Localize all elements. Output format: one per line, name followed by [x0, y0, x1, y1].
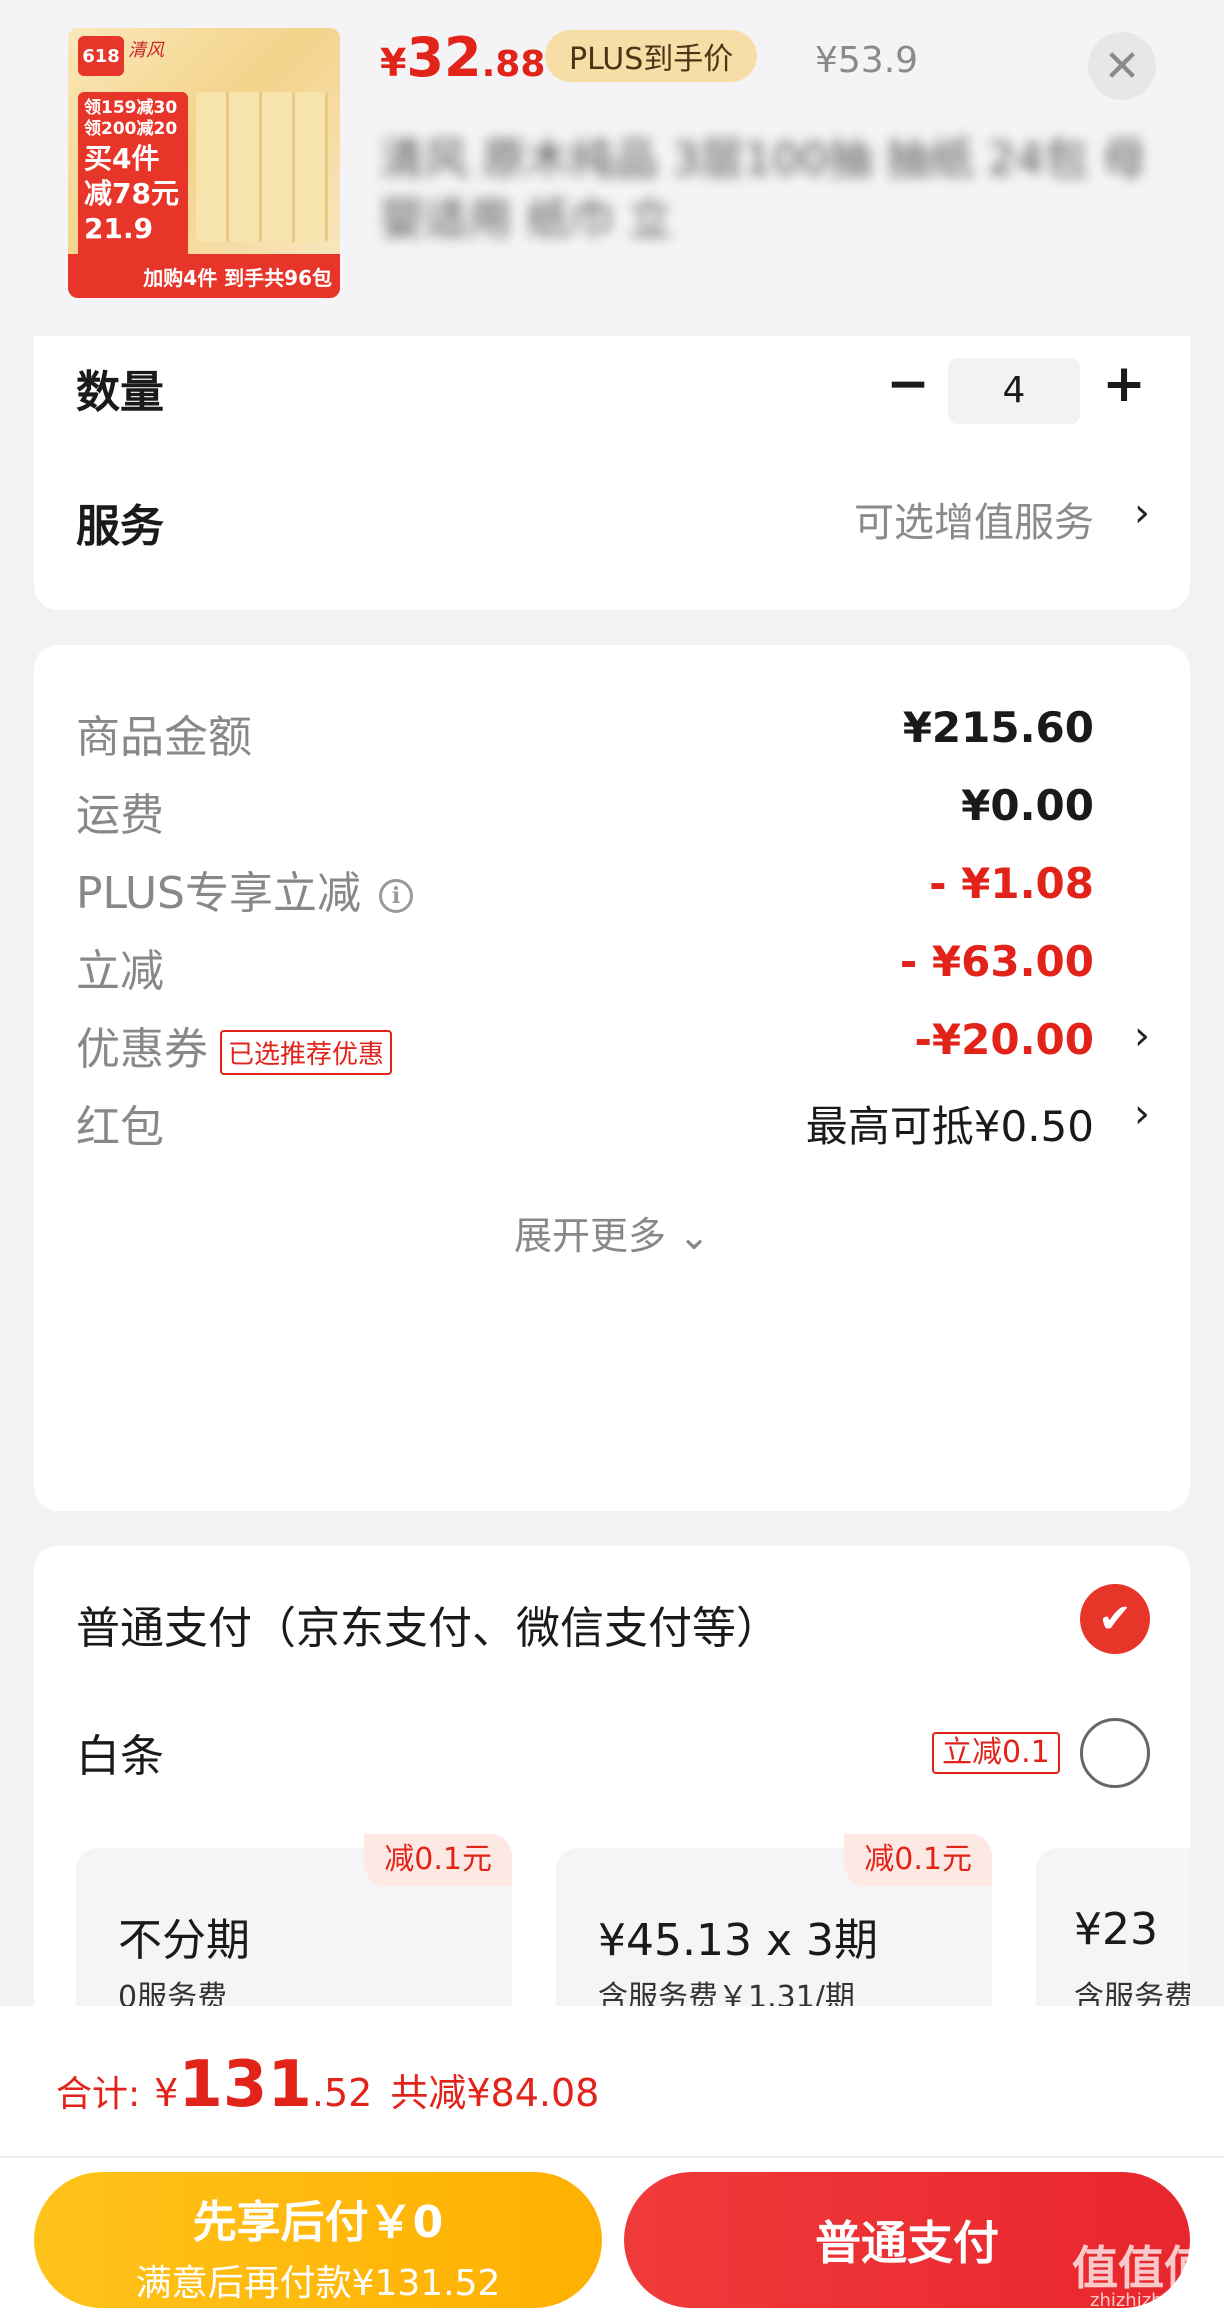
baitiao-label[interactable]: 白条: [76, 1720, 164, 1784]
total-decimal: .52: [311, 2071, 373, 2115]
shipping-value: ¥0.00: [961, 781, 1094, 830]
plus-discount-label: PLUS专享立减: [76, 868, 361, 919]
quantity-label: 数量: [76, 367, 164, 418]
goods-amount-value: ¥215.60: [902, 703, 1094, 752]
instant-discount-label: 立减: [76, 946, 164, 997]
price-integer: 32: [406, 26, 482, 89]
coupon-recommended-tag: 已选推荐优惠: [220, 1029, 393, 1075]
total-label: 合计:: [56, 2074, 141, 2115]
total-currency: ¥: [154, 2071, 179, 2115]
redpacket-value: 最高可抵¥0.50: [805, 1102, 1094, 1151]
product-price: ¥ 32 .88: [380, 26, 545, 89]
promo-price: 21.9: [84, 211, 154, 245]
price-decimal: .88: [481, 44, 546, 85]
redpacket-label: 红包: [76, 1102, 164, 1153]
quantity-plus-button[interactable]: +: [1094, 354, 1154, 414]
total-amount: 合计: ¥ 131 .52 共减¥84.08: [56, 2048, 599, 2122]
total-saved: 共减¥84.08: [390, 2071, 600, 2115]
installment-discount-tag: 减0.1元: [364, 1834, 512, 1886]
promo-line2: 领200减20: [84, 119, 178, 140]
promo-panel: 领159减30 领200减20 买4件 减78元 21.9: [78, 92, 188, 272]
installment-discount-tag: 减0.1元: [844, 1834, 992, 1886]
redpacket-row[interactable]: 红包 最高可抵¥0.50 ›: [34, 1091, 1190, 1161]
checkout-footer: 合计: ¥ 131 .52 共减¥84.08 先享后付￥0 满意后再付款¥131…: [0, 2006, 1224, 2319]
total-integer: 131: [178, 2048, 312, 2122]
baitiao-discount-tag: 立减0.1: [932, 1732, 1060, 1774]
instant-discount-value: - ¥63.00: [899, 937, 1094, 986]
plus-discount-value: - ¥1.08: [929, 859, 1094, 908]
pay-later-title: 先享后付￥0: [192, 2197, 444, 2248]
promo-big: 买4件 减78元: [84, 141, 179, 210]
watermark-url: zhizhizhi.com: [1090, 2290, 1212, 2311]
product-header: 618 清风 领159减30 领200减20 买4件 减78元 21.9 加购4…: [0, 0, 1224, 330]
pay-later-button[interactable]: 先享后付￥0 满意后再付款¥131.52: [34, 2172, 602, 2308]
coupon-row[interactable]: 优惠券 已选推荐优惠 -¥20.00 ›: [34, 1013, 1190, 1083]
plus-price-badge: PLUS到手价: [545, 30, 758, 82]
close-button[interactable]: ✕: [1088, 32, 1156, 100]
pay-later-subtitle: 满意后再付款¥131.52: [135, 2263, 501, 2304]
chevron-right-icon: ›: [1134, 1091, 1150, 1137]
service-row[interactable]: 服务 可选增值服务 ›: [34, 490, 1190, 560]
product-title: 清风 原木纯品 3层100抽 抽纸 24包 母婴适用 纸巾 立: [380, 134, 1146, 245]
tissue-pack-image: [196, 92, 328, 242]
plus-discount-row: PLUS专享立减 i: [76, 857, 413, 921]
check-icon: ✔: [1098, 1596, 1132, 1642]
installment-title: ¥23: [1074, 1904, 1158, 1955]
divider: [0, 2156, 1224, 2158]
installment-title: 不分期: [118, 1915, 250, 1966]
coupon-label: 优惠券: [76, 1024, 208, 1075]
chevron-right-icon: ›: [1134, 490, 1150, 536]
coupon-value: -¥20.00: [914, 1015, 1094, 1064]
baitiao-radio[interactable]: [1080, 1718, 1150, 1788]
info-icon[interactable]: i: [379, 879, 413, 913]
service-value: 可选增值服务: [854, 500, 1094, 546]
goods-amount-label: 商品金额: [76, 712, 252, 763]
amount-summary-card: 商品金额 ¥215.60 运费 ¥0.00 PLUS专享立减 i - ¥1.08 …: [34, 645, 1190, 1511]
price-currency: ¥: [380, 41, 407, 85]
expand-more-button[interactable]: 展开更多 ⌄: [34, 1205, 1190, 1260]
original-price: ¥53.9: [815, 40, 919, 81]
normal-payment-label[interactable]: 普通支付（京东支付、微信支付等）: [76, 1592, 780, 1656]
watermark: 值值值: [1072, 2241, 1210, 2295]
promo-bottom: 加购4件 到手共96包: [68, 254, 340, 298]
quantity-service-card: 数量 − 4 + 服务 可选增值服务 ›: [34, 336, 1190, 610]
coupon-label-group: 优惠券 已选推荐优惠: [76, 1013, 393, 1077]
service-label: 服务: [76, 501, 164, 552]
shipping-label: 运费: [76, 790, 164, 841]
brand-logo: 清风: [128, 40, 164, 61]
promo-line1: 领159减30: [84, 98, 178, 118]
installment-title: ¥45.13 x 3期: [598, 1915, 878, 1966]
quantity-minus-button[interactable]: −: [878, 354, 938, 414]
normal-payment-radio[interactable]: ✔: [1080, 1584, 1150, 1654]
chevron-right-icon: ›: [1134, 1013, 1150, 1059]
badge-618: 618: [78, 36, 124, 76]
close-icon: ✕: [1103, 40, 1141, 92]
product-thumbnail[interactable]: 618 清风 领159减30 领200减20 买4件 减78元 21.9 加购4…: [68, 28, 340, 298]
quantity-input[interactable]: 4: [948, 358, 1080, 424]
